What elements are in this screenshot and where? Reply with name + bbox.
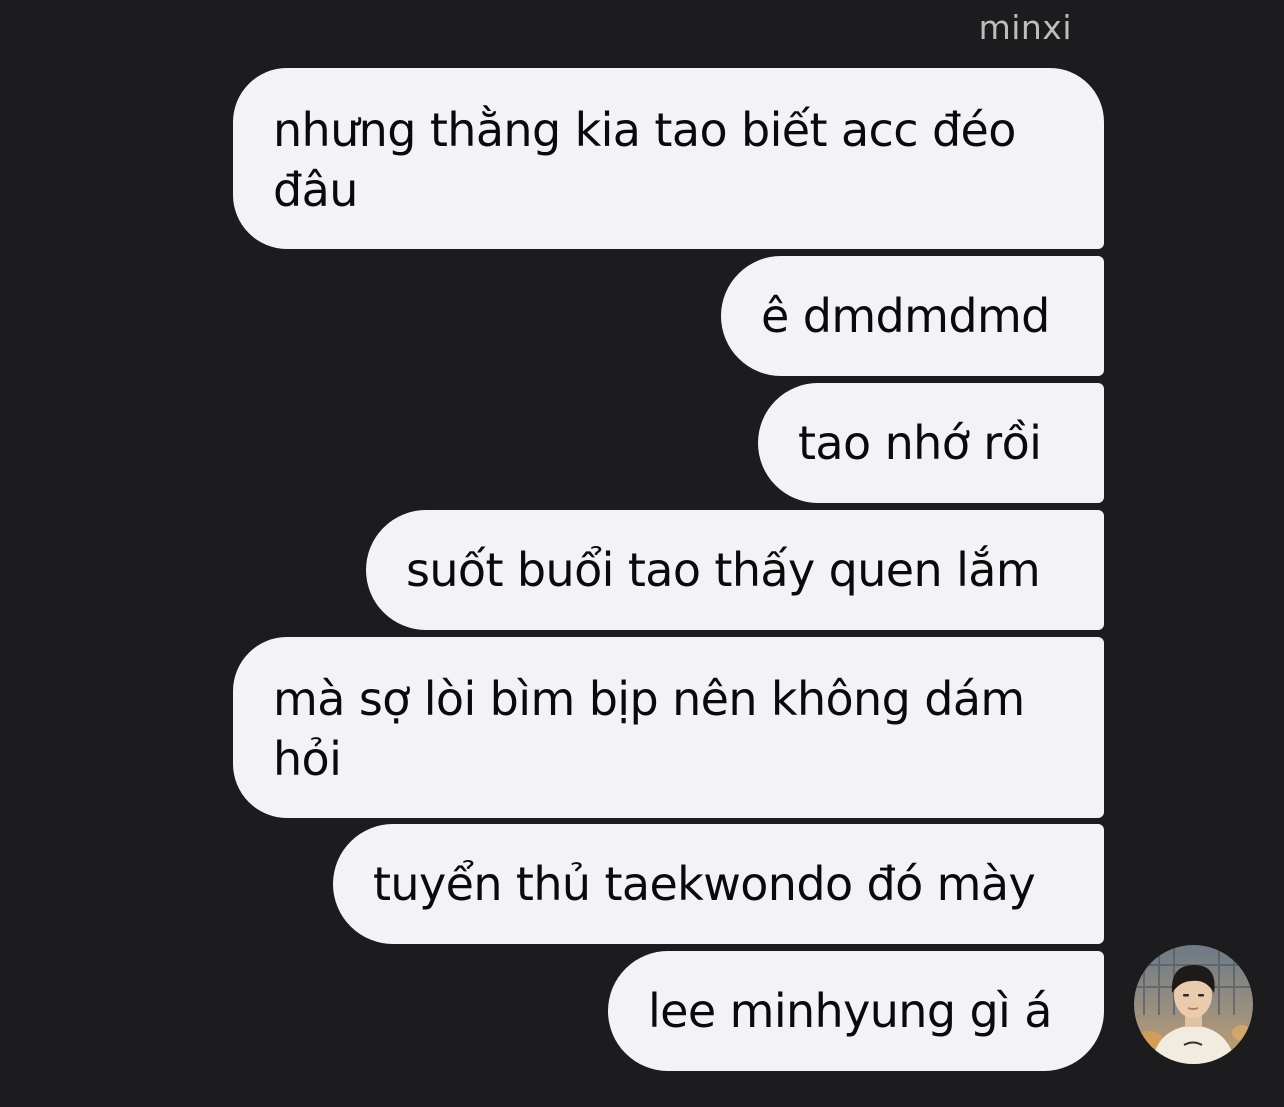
message-text: nhưng thằng kia tao biết acc đéo đâu: [273, 103, 1030, 217]
message-text: tao nhớ rồi: [798, 416, 1042, 470]
message-bubble[interactable]: mà sợ lòi bìm bịp nên không dám hỏi: [233, 637, 1104, 818]
message-bubble[interactable]: nhưng thằng kia tao biết acc đéo đâu: [233, 68, 1104, 249]
message-text: lee minhyung gì á: [648, 984, 1052, 1038]
sender-name: minxi: [978, 8, 1072, 47]
message-bubble[interactable]: ê dmdmdmd: [721, 256, 1104, 376]
message-bubble[interactable]: lee minhyung gì á: [608, 951, 1104, 1071]
avatar[interactable]: [1134, 945, 1253, 1064]
message-text: tuyển thủ taekwondo đó mày: [373, 857, 1036, 911]
message-text: suốt buổi tao thấy quen lắm: [406, 543, 1041, 597]
message-bubble[interactable]: suốt buổi tao thấy quen lắm: [366, 510, 1104, 630]
profile-photo-icon: [1134, 945, 1253, 1064]
message-bubble[interactable]: tuyển thủ taekwondo đó mày: [333, 824, 1104, 944]
message-text: mà sợ lòi bìm bịp nên không dám hỏi: [273, 672, 1039, 786]
message-text: ê dmdmdmd: [761, 289, 1050, 343]
message-bubble[interactable]: tao nhớ rồi: [758, 383, 1104, 503]
